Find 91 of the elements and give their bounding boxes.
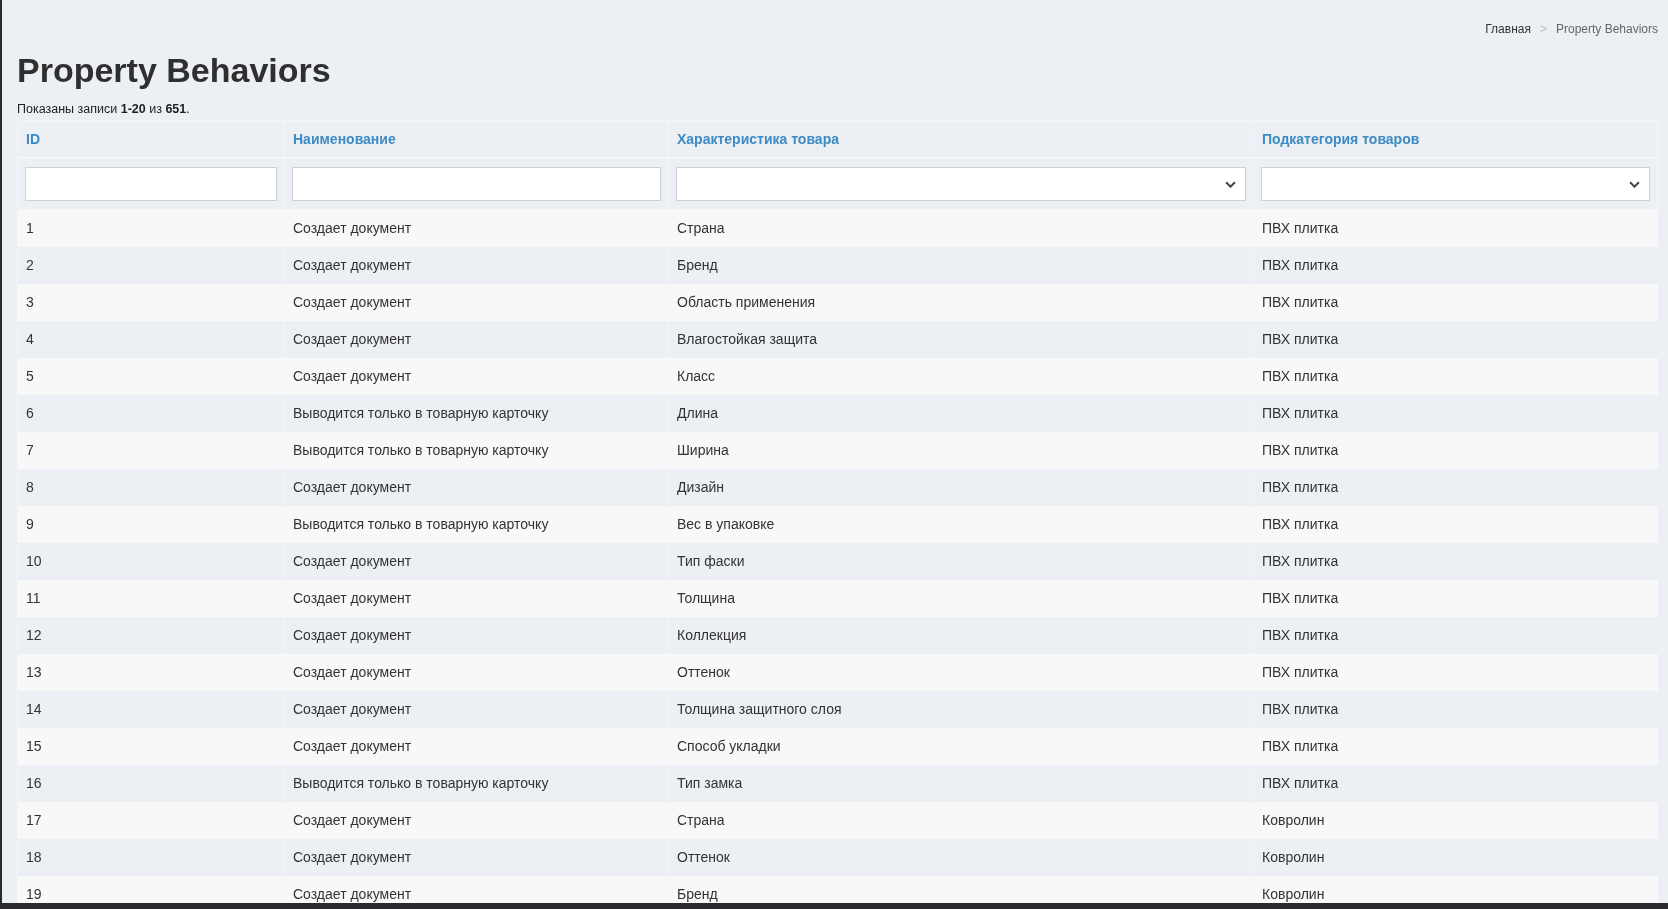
table-cell: ПВХ плитка	[1253, 505, 1658, 543]
table-cell: 7	[17, 431, 285, 469]
table-cell: Выводится только в товарную карточку	[284, 764, 669, 802]
column-sort-link[interactable]: ID	[26, 131, 40, 147]
table-cell: 6	[17, 394, 285, 432]
table-cell: Создает документ	[284, 320, 669, 358]
table-cell: Бренд	[668, 875, 1254, 903]
table-cell: Класс	[668, 357, 1254, 395]
column-sort-link[interactable]: Характеристика товара	[677, 131, 839, 147]
table-cell: Создает документ	[284, 357, 669, 395]
table-cell: Область применения	[668, 283, 1254, 321]
table-cell: Создает документ	[284, 653, 669, 691]
table-cell: 15	[17, 727, 285, 765]
table-cell: Создает документ	[284, 579, 669, 617]
table-cell: Создает документ	[284, 246, 669, 284]
records-summary: Показаны записи 1-20 из 651.	[17, 102, 191, 116]
table-cell: Создает документ	[284, 727, 669, 765]
table-cell: Бренд	[668, 246, 1254, 284]
breadcrumb-link[interactable]: Главная	[1485, 22, 1531, 38]
table-cell: 14	[17, 690, 285, 728]
table-cell: ПВХ плитка	[1253, 542, 1658, 580]
table-cell: ПВХ плитка	[1253, 616, 1658, 654]
table-cell: 2	[17, 246, 285, 284]
table-cell: 19	[17, 875, 285, 903]
table-cell: 12	[17, 616, 285, 654]
table-cell: Ковролин	[1253, 838, 1658, 876]
breadcrumb-current: Property Behaviors	[1555, 22, 1658, 38]
table-cell: Страна	[668, 209, 1254, 247]
filter-dropdown[interactable]	[676, 167, 1246, 201]
table-cell: ПВХ плитка	[1253, 283, 1658, 321]
table-cell: ПВХ плитка	[1253, 468, 1658, 506]
column-sort-link[interactable]: Наименование	[293, 131, 396, 147]
table-cell: Создает документ	[284, 838, 669, 876]
table-cell: Вес в упаковке	[668, 505, 1254, 543]
table-cell: Тип замка	[668, 764, 1254, 802]
filter-input-field[interactable]	[292, 167, 661, 201]
filter-input-field[interactable]	[25, 167, 277, 201]
table-cell: 18	[17, 838, 285, 876]
table-cell: Страна	[668, 801, 1254, 839]
table-cell: Дизайн	[668, 468, 1254, 506]
table-cell: 9	[17, 505, 285, 543]
table-cell: Создает документ	[284, 283, 669, 321]
table-cell: 11	[17, 579, 285, 617]
table-cell: Создает документ	[284, 468, 669, 506]
table-cell: Выводится только в товарную карточку	[284, 431, 669, 469]
table-cell: Длина	[668, 394, 1254, 432]
table-cell: ПВХ плитка	[1253, 653, 1658, 691]
table-cell: Создает документ	[284, 690, 669, 728]
table-cell: ПВХ плитка	[1253, 764, 1658, 802]
table-cell: 10	[17, 542, 285, 580]
table-cell: 16	[17, 764, 285, 802]
table-cell: Коллекция	[668, 616, 1254, 654]
table-cell: Создает документ	[284, 209, 669, 247]
table-cell: Оттенок	[668, 838, 1254, 876]
table-cell: Влагостойкая защита	[668, 320, 1254, 358]
table-cell: Тип фаски	[668, 542, 1254, 580]
table-cell: 17	[17, 801, 285, 839]
table-cell: Создает документ	[284, 801, 669, 839]
table-cell: ПВХ плитка	[1253, 246, 1658, 284]
table-cell: Ширина	[668, 431, 1254, 469]
table-cell: Ковролин	[1253, 801, 1658, 839]
table-cell: Выводится только в товарную карточку	[284, 505, 669, 543]
table-cell: Способ укладки	[668, 727, 1254, 765]
table-cell: 3	[17, 283, 285, 321]
table-cell: ПВХ плитка	[1253, 431, 1658, 469]
table-cell: 1	[17, 209, 285, 247]
table-cell: ПВХ плитка	[1253, 357, 1658, 395]
breadcrumb-separator: >	[1539, 22, 1547, 38]
column-sort-link[interactable]: Подкатегория товаров	[1262, 131, 1420, 147]
table-cell: Толщина	[668, 579, 1254, 617]
table-cell: Создает документ	[284, 542, 669, 580]
table-cell: Ковролин	[1253, 875, 1658, 903]
table-cell: ПВХ плитка	[1253, 209, 1658, 247]
filter-dropdown[interactable]	[1261, 167, 1650, 201]
table-cell: ПВХ плитка	[1253, 320, 1658, 358]
table-cell: 5	[17, 357, 285, 395]
table-cell: 8	[17, 468, 285, 506]
table-cell: Толщина защитного слоя	[668, 690, 1254, 728]
chevron-down-icon	[1225, 181, 1236, 188]
table-cell: ПВХ плитка	[1253, 727, 1658, 765]
table-cell: 4	[17, 320, 285, 358]
page-title: Property Behaviors	[17, 50, 332, 90]
table-cell: Создает документ	[284, 875, 669, 903]
table-cell: ПВХ плитка	[1253, 394, 1658, 432]
table-cell: ПВХ плитка	[1253, 690, 1658, 728]
table-cell: ПВХ плитка	[1253, 579, 1658, 617]
table-cell: Оттенок	[668, 653, 1254, 691]
chevron-down-icon	[1629, 181, 1640, 188]
table-cell: Выводится только в товарную карточку	[284, 394, 669, 432]
table-cell: 13	[17, 653, 285, 691]
table-cell: Создает документ	[284, 616, 669, 654]
